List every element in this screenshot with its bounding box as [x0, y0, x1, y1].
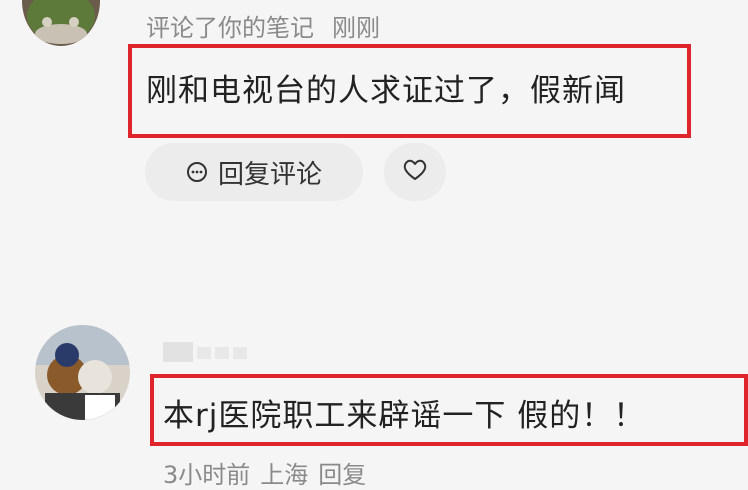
- comment-time: 刚刚: [332, 14, 380, 42]
- comment-action: 评论了你的笔记: [146, 14, 314, 42]
- comment-bubble-icon: [186, 161, 208, 183]
- like-button[interactable]: [384, 143, 446, 201]
- comment-time: 3小时前: [163, 461, 251, 489]
- comment-location: 上海: [260, 461, 309, 489]
- highlight-box: [128, 44, 691, 138]
- avatar[interactable]: [35, 325, 130, 420]
- reply-button[interactable]: 回复: [318, 461, 366, 489]
- heart-icon: [402, 158, 428, 186]
- reply-comment-button[interactable]: 回复评论: [145, 143, 363, 201]
- user-name[interactable]: [163, 338, 253, 364]
- avatar[interactable]: [22, 0, 100, 46]
- highlight-box: [150, 374, 748, 446]
- comment-meta: 评论了你的笔记 刚刚: [146, 8, 380, 43]
- reply-comment-label: 回复评论: [217, 159, 322, 190]
- comment-meta: 3小时前 上海 回复: [163, 455, 376, 490]
